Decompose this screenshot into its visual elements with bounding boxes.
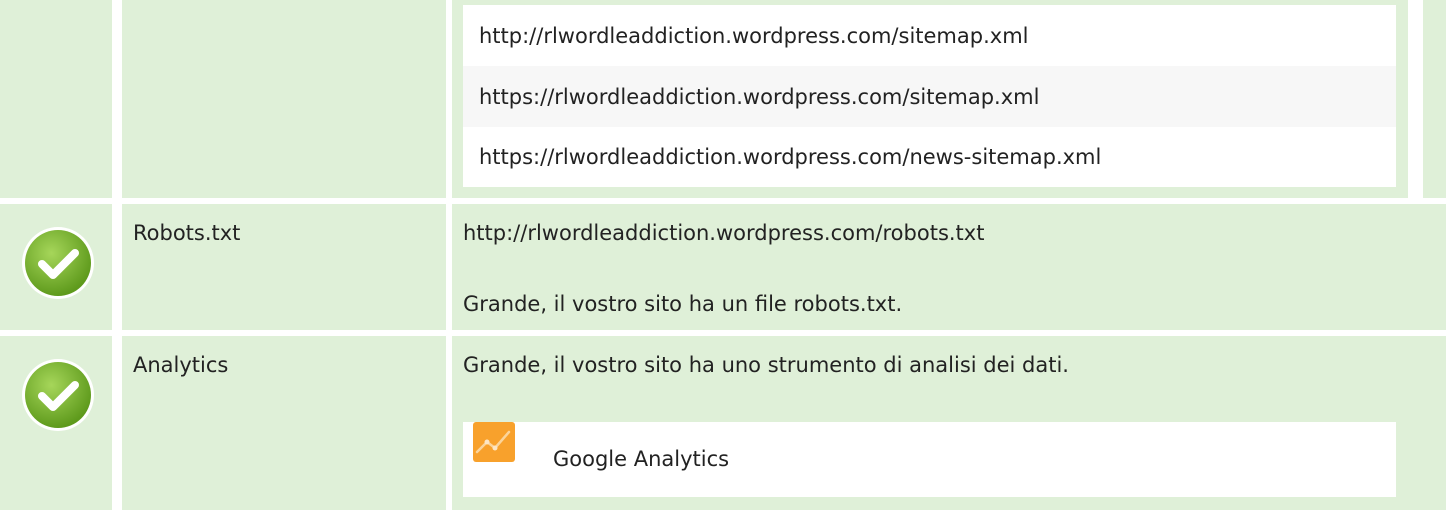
- sitemap-url-row: https://rlwordleaddiction.wordpress.com/…: [463, 127, 1396, 187]
- analytics-label: Analytics: [133, 353, 229, 377]
- analytics-tool-item: Google Analytics: [463, 422, 1396, 497]
- robots-value-cell: http://rlwordleaddiction.wordpress.com/r…: [452, 204, 1446, 330]
- sitemap-url[interactable]: https://rlwordleaddiction.wordpress.com/…: [479, 85, 1039, 109]
- robots-url[interactable]: http://rlwordleaddiction.wordpress.com/r…: [463, 218, 984, 248]
- check-circle-icon: [22, 227, 94, 299]
- analytics-status-cell: [0, 336, 112, 510]
- analytics-label-cell: Analytics: [122, 336, 446, 510]
- check-circle-icon: [22, 359, 94, 431]
- analytics-message: Grande, il vostro sito ha uno strumento …: [463, 353, 1069, 377]
- sitemap-right-cell: [1423, 0, 1446, 198]
- robots-status-cell: [0, 204, 112, 330]
- sitemap-url[interactable]: https://rlwordleaddiction.wordpress.com/…: [479, 145, 1101, 169]
- analytics-tool-name: Google Analytics: [553, 447, 730, 471]
- sitemap-url-row: https://rlwordleaddiction.wordpress.com/…: [463, 66, 1396, 127]
- google-analytics-icon: [473, 422, 515, 462]
- sitemap-url-row: http://rlwordleaddiction.wordpress.com/s…: [463, 5, 1396, 66]
- robots-message: Grande, il vostro sito ha un file robots…: [463, 292, 903, 316]
- robots-label-cell: Robots.txt: [122, 204, 446, 330]
- sitemap-label-cell: [122, 0, 446, 198]
- sitemap-url[interactable]: http://rlwordleaddiction.wordpress.com/s…: [479, 24, 1029, 48]
- robots-label: Robots.txt: [133, 221, 241, 245]
- sitemap-status-cell: [0, 0, 112, 198]
